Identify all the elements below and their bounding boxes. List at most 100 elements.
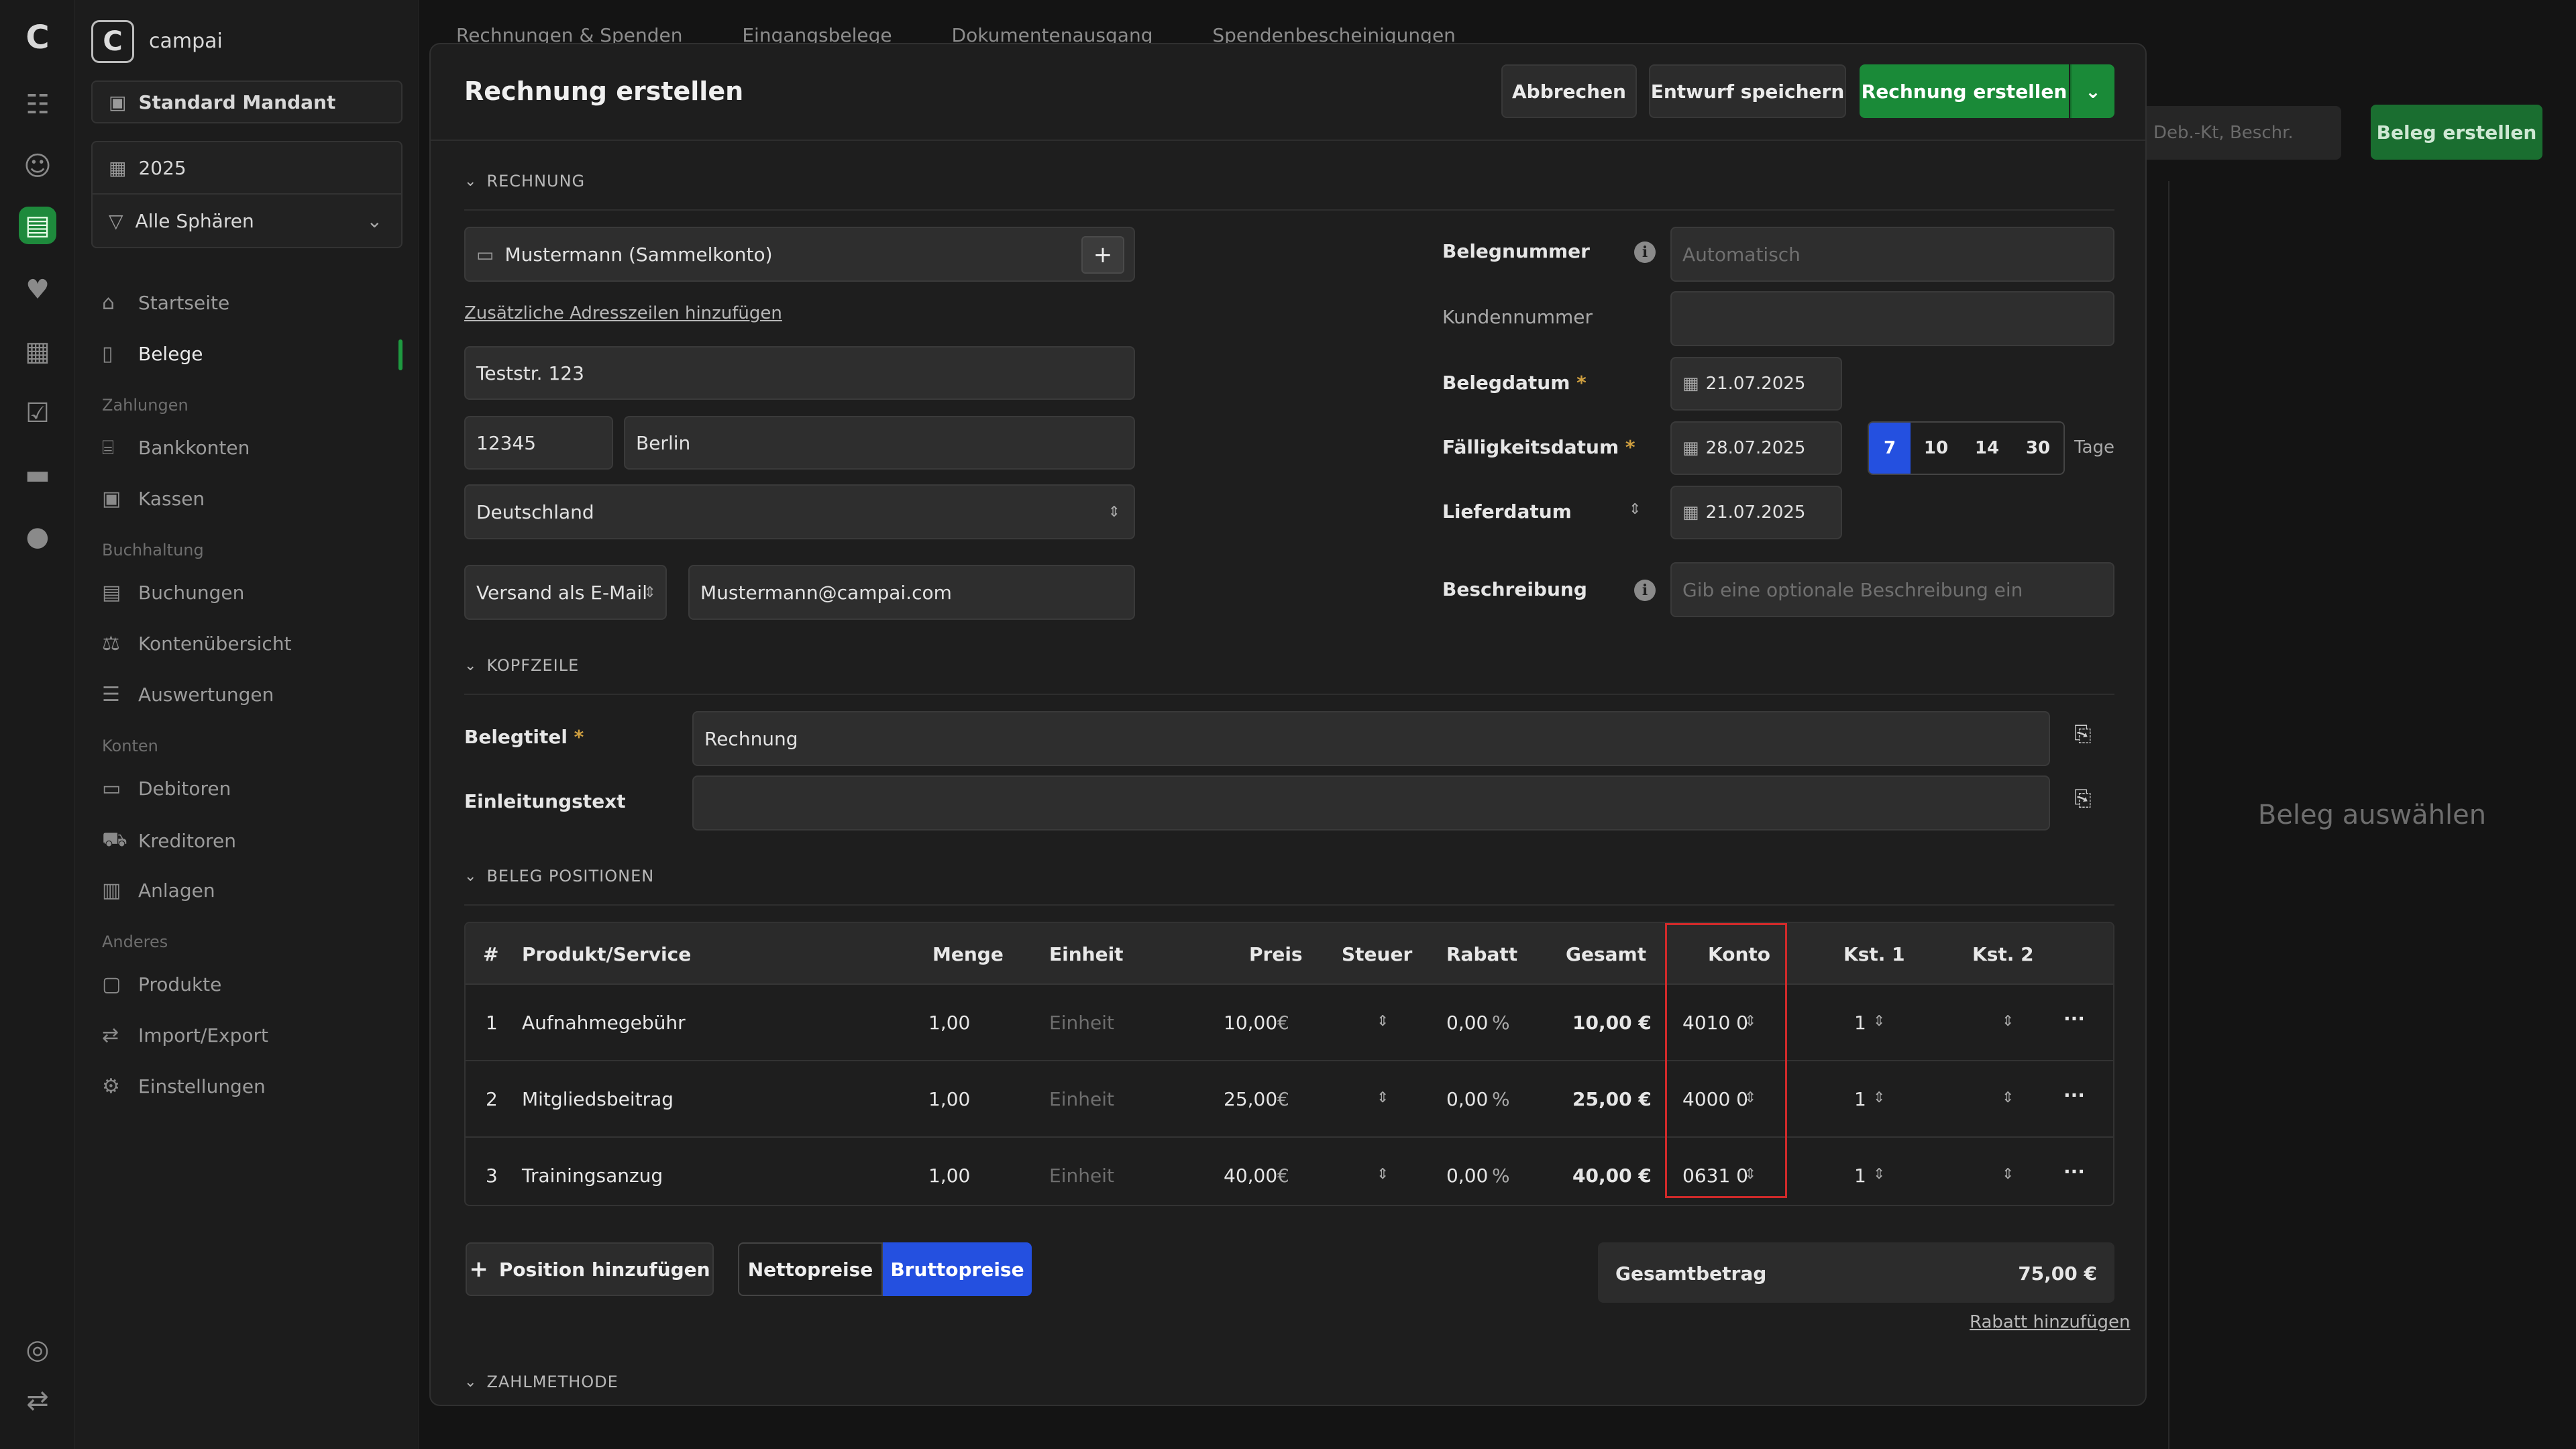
section-positionen-toggle[interactable]: ⌄ BELEG POSITIONEN xyxy=(464,867,654,885)
nav-kontenuebersicht[interactable]: ⚖ Kontenübersicht xyxy=(102,632,292,655)
updown-icon[interactable]: ⇕ xyxy=(1873,1089,1885,1106)
template-icon[interactable]: ⎘ xyxy=(2074,786,2092,812)
row-kst1[interactable]: 1 xyxy=(1854,1165,1866,1187)
kundennummer-input[interactable] xyxy=(1670,291,2114,346)
checklist-icon[interactable]: ☑ xyxy=(19,394,56,432)
switch-icon[interactable]: ⇄ xyxy=(19,1382,56,1419)
folder-icon[interactable]: ▬ xyxy=(19,456,56,494)
belegtitel-input[interactable]: Rechnung xyxy=(692,711,2050,766)
nav-auswertungen[interactable]: ☰ Auswertungen xyxy=(102,683,274,706)
background-create-button[interactable]: Beleg erstellen xyxy=(2371,105,2542,160)
netto-toggle[interactable]: Nettopreise xyxy=(738,1242,883,1296)
row-einheit[interactable]: Einheit xyxy=(1049,1088,1114,1110)
nav-import-export[interactable]: ⇄ Import/Export xyxy=(102,1024,268,1047)
zip-input[interactable]: 12345 xyxy=(464,416,613,470)
nav-produkte[interactable]: ▢ Produkte xyxy=(102,973,221,996)
nav-buchungen[interactable]: ▤ Buchungen xyxy=(102,581,244,604)
more-icon[interactable]: ··· xyxy=(2063,1161,2085,1183)
more-icon[interactable]: ··· xyxy=(2063,1084,2085,1106)
updown-icon[interactable]: ⇕ xyxy=(1873,1166,1885,1183)
dispatch-select[interactable]: Versand als E-Mail ⇕ xyxy=(464,565,667,620)
row-rabatt[interactable]: 0,00 xyxy=(1446,1012,1488,1034)
updown-icon[interactable]: ⇕ xyxy=(1873,1013,1885,1030)
row-kst1[interactable]: 1 xyxy=(1854,1012,1866,1034)
help-icon[interactable]: ◎ xyxy=(19,1331,56,1368)
background-search-input[interactable]: Deb.-Kt, Beschr. xyxy=(2133,106,2341,160)
calendar-icon[interactable]: ▦ xyxy=(19,333,56,370)
row-preis[interactable]: 40,00 xyxy=(1224,1165,1277,1187)
finance-icon[interactable]: ▤ xyxy=(19,207,56,244)
add-customer-button[interactable]: + xyxy=(1081,236,1124,274)
faellig-input[interactable]: ▦ 28.07.2025 xyxy=(1670,421,1842,475)
updown-icon[interactable]: ⇕ xyxy=(1377,1166,1389,1183)
heart-icon[interactable]: ♥ xyxy=(19,271,56,309)
table-row[interactable]: 1 Aufnahmegebühr 1,00 Einheit 10,00 € ⇕ … xyxy=(466,985,2113,1061)
updown-icon[interactable]: ⇕ xyxy=(2002,1013,2014,1030)
country-select[interactable]: Deutschland ⇕ xyxy=(464,484,1135,539)
street-input[interactable]: Teststr. 123 xyxy=(464,346,1135,400)
section-kopfzeile-toggle[interactable]: ⌄ KOPFZEILE xyxy=(464,656,579,675)
updown-icon[interactable]: ⇕ xyxy=(1629,500,1641,518)
row-menge[interactable]: 1,00 xyxy=(928,1165,970,1187)
updown-icon[interactable]: ⇕ xyxy=(1377,1089,1389,1106)
belegdatum-input[interactable]: ▦ 21.07.2025 xyxy=(1670,357,1842,411)
customer-select[interactable]: ▭ Mustermann (Sammelkonto) xyxy=(464,227,1135,282)
beschreibung-input[interactable]: Gib eine optionale Beschreibung ein xyxy=(1670,562,2114,617)
create-invoice-button[interactable]: Rechnung erstellen xyxy=(1860,64,2069,118)
row-preis[interactable]: 10,00 xyxy=(1224,1012,1277,1034)
nav-einstellungen[interactable]: ⚙ Einstellungen xyxy=(102,1075,266,1098)
row-rabatt[interactable]: 0,00 xyxy=(1446,1165,1488,1187)
table-row[interactable]: 3 Trainingsanzug 1,00 Einheit 40,00 € ⇕ … xyxy=(466,1138,2113,1205)
nav-bankkonten[interactable]: ⌸ Bankkonten xyxy=(102,436,250,460)
create-options-button[interactable]: ⌄ xyxy=(2070,64,2114,118)
row-menge[interactable]: 1,00 xyxy=(928,1012,970,1034)
einleitung-input[interactable] xyxy=(692,775,2050,830)
sphere-select[interactable]: ▽ Alle Sphären ⌄ xyxy=(93,195,401,247)
belegnummer-input[interactable]: Automatisch xyxy=(1670,227,2114,282)
row-product[interactable]: Trainingsanzug xyxy=(522,1165,663,1187)
nav-debitoren[interactable]: ▭ Debitoren xyxy=(102,777,231,800)
year-select[interactable]: ▦ 2025 xyxy=(93,142,401,195)
updown-icon[interactable]: ⇕ xyxy=(2002,1166,2014,1183)
info-icon[interactable]: i xyxy=(1634,241,1656,263)
row-menge[interactable]: 1,00 xyxy=(928,1088,970,1110)
section-rechnung-toggle[interactable]: ⌄ RECHNUNG xyxy=(464,172,585,191)
more-icon[interactable]: ··· xyxy=(2063,1008,2085,1030)
nav-kassen[interactable]: ▣ Kassen xyxy=(102,487,205,511)
days-30-button[interactable]: 30 xyxy=(2012,423,2063,474)
nav-belege[interactable]: ▯ Belege xyxy=(102,342,203,366)
brutto-toggle[interactable]: Bruttopreise xyxy=(883,1242,1032,1296)
members-icon[interactable]: ☷ xyxy=(19,86,56,123)
table-row[interactable]: 2 Mitgliedsbeitrag 1,00 Einheit 25,00 € … xyxy=(466,1061,2113,1138)
mandant-select[interactable]: ▣ Standard Mandant xyxy=(91,80,402,123)
updown-icon[interactable]: ⇕ xyxy=(1377,1013,1389,1030)
add-position-button[interactable]: + Position hinzufügen xyxy=(466,1242,714,1296)
nav-anlagen[interactable]: ▥ Anlagen xyxy=(102,879,215,902)
row-kst1[interactable]: 1 xyxy=(1854,1088,1866,1110)
row-einheit[interactable]: Einheit xyxy=(1049,1165,1114,1187)
cancel-button[interactable]: Abbrechen xyxy=(1501,64,1637,118)
row-rabatt[interactable]: 0,00 xyxy=(1446,1088,1488,1110)
nav-kreditoren[interactable]: ⛟ Kreditoren xyxy=(102,828,236,854)
email-input[interactable]: Mustermann@campai.com xyxy=(688,565,1135,620)
save-draft-button[interactable]: Entwurf speichern xyxy=(1649,64,1846,118)
row-product[interactable]: Mitgliedsbeitrag xyxy=(522,1088,674,1110)
updown-icon[interactable]: ⇕ xyxy=(2002,1089,2014,1106)
campai-logo-icon[interactable]: C xyxy=(19,19,56,56)
add-discount-link[interactable]: Rabatt hinzufügen xyxy=(1970,1312,2130,1332)
chat-icon[interactable]: ● xyxy=(19,518,56,555)
city-input[interactable]: Berlin xyxy=(624,416,1135,470)
add-address-link[interactable]: Zusätzliche Adresszeilen hinzufügen xyxy=(464,303,782,323)
user-icon[interactable]: ☺ xyxy=(19,148,56,185)
section-zahlmethode-toggle[interactable]: ⌄ ZAHLMETHODE xyxy=(464,1373,619,1391)
row-preis[interactable]: 25,00 xyxy=(1224,1088,1277,1110)
row-product[interactable]: Aufnahmegebühr xyxy=(522,1012,686,1034)
days-7-button[interactable]: 7 xyxy=(1869,423,1911,474)
nav-startseite[interactable]: ⌂ Startseite xyxy=(102,291,229,315)
lieferdatum-input[interactable]: ▦ 21.07.2025 xyxy=(1670,486,1842,539)
template-icon[interactable]: ⎘ xyxy=(2074,722,2092,747)
row-einheit[interactable]: Einheit xyxy=(1049,1012,1114,1034)
days-10-button[interactable]: 10 xyxy=(1911,423,1962,474)
days-14-button[interactable]: 14 xyxy=(1962,423,2012,474)
info-icon[interactable]: i xyxy=(1634,580,1656,601)
